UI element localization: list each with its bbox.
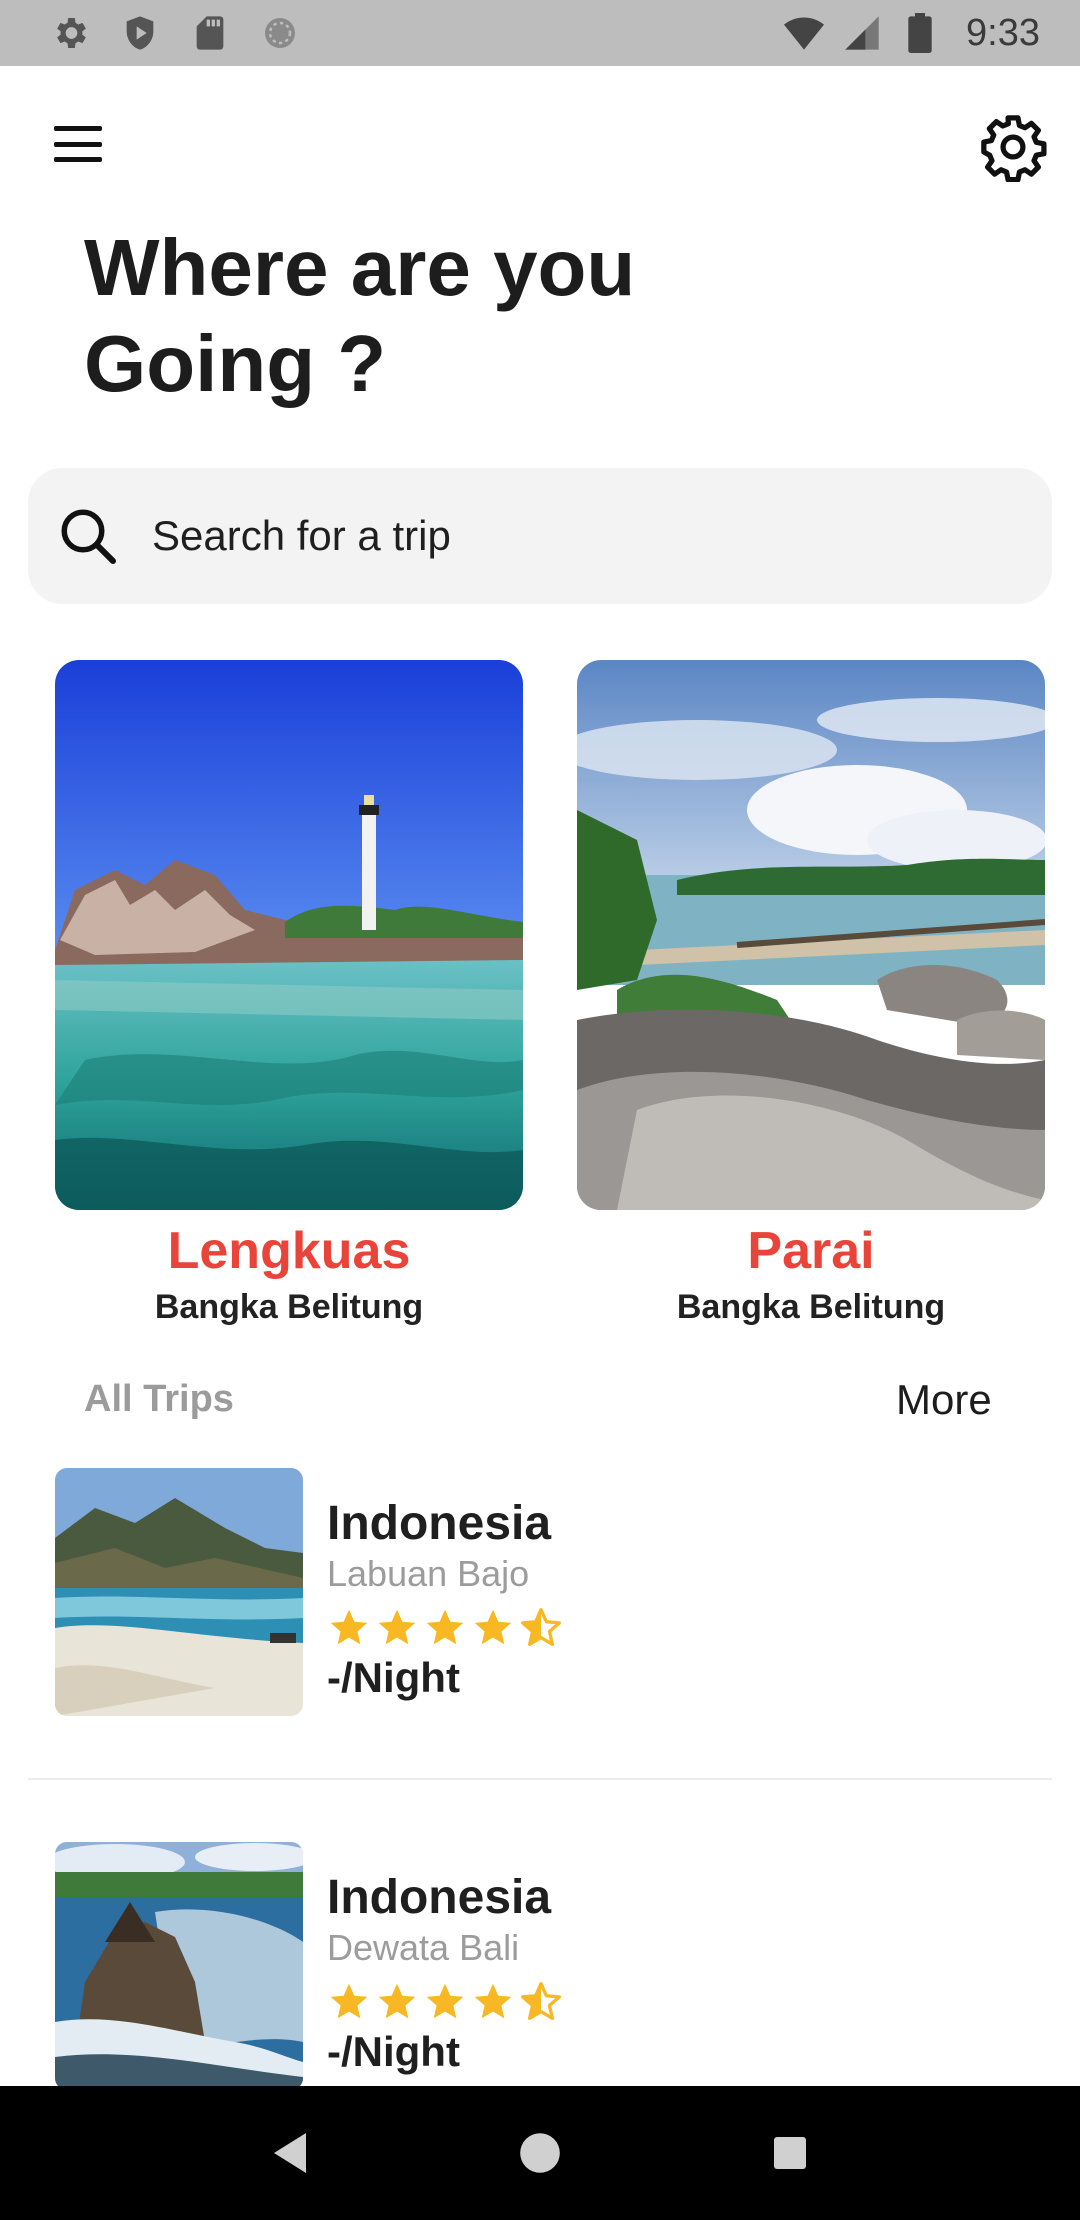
search-box[interactable] — [28, 468, 1052, 604]
gear-icon[interactable] — [978, 112, 1048, 183]
star-icon — [330, 1609, 368, 1645]
star-icon — [426, 1609, 464, 1645]
trip-info: Indonesia Labuan Bajo -/Night — [327, 1468, 563, 1718]
search-input[interactable] — [152, 512, 952, 560]
sync-icon — [260, 13, 300, 53]
signal-icon — [842, 13, 882, 53]
search-icon — [61, 509, 116, 564]
star-icon — [426, 1983, 464, 2019]
trip-country: Indonesia — [327, 1497, 552, 1550]
all-trips-title: All Trips — [84, 1378, 234, 1420]
dewata-bali-photo — [55, 1842, 303, 2090]
page-title-line1: Where are you — [84, 223, 636, 312]
star-half-icon — [521, 1608, 561, 1646]
recents-icon[interactable] — [760, 2123, 820, 2183]
sd-card-icon — [190, 13, 230, 53]
labuan-bajo-photo — [55, 1468, 303, 1716]
star-icon — [474, 1609, 512, 1645]
status-bar: 9:33 — [0, 0, 1080, 66]
hamburger-menu-icon[interactable] — [50, 120, 106, 168]
featured-region: Bangka Belitung — [676, 1288, 946, 1326]
trip-price: -/Night — [327, 1654, 460, 1701]
star-icon — [378, 1983, 416, 2019]
trip-city: Dewata Bali — [327, 1927, 520, 1968]
featured-name: Lengkuas — [167, 1222, 411, 1280]
home-icon[interactable] — [510, 2123, 570, 2183]
wifi-icon — [784, 13, 825, 53]
trip-country: Indonesia — [327, 1871, 552, 1924]
status-time: 9:33 — [966, 11, 1040, 54]
featured-region: Bangka Belitung — [154, 1288, 424, 1326]
trip-info: Indonesia Dewata Bali -/Night — [327, 1842, 563, 2092]
star-icon — [474, 1983, 512, 2019]
featured-card-lengkuas[interactable]: Lengkuas Bangka Belitung — [55, 660, 523, 1327]
rocky-beach-pier-photo — [577, 660, 1045, 1210]
star-icon — [378, 1609, 416, 1645]
page-title-line2: Going ? — [84, 319, 387, 408]
shield-icon — [120, 13, 160, 53]
star-rating — [327, 1978, 563, 2026]
featured-card-parai[interactable]: Parai Bangka Belitung — [577, 660, 1045, 1327]
trip-list-item[interactable]: Indonesia Dewata Bali -/Night — [55, 1842, 1055, 2092]
star-half-icon — [521, 1982, 561, 2020]
trip-price: -/Night — [327, 2028, 460, 2075]
system-nav-bar — [0, 2086, 1080, 2220]
settings-icon — [50, 13, 90, 53]
back-icon[interactable] — [260, 2123, 320, 2183]
status-left-icons — [50, 13, 300, 53]
status-right-icons: 9:33 — [784, 12, 1040, 55]
trip-list-item[interactable]: Indonesia Labuan Bajo -/Night — [55, 1468, 1055, 1718]
trip-city: Labuan Bajo — [327, 1553, 530, 1594]
more-link[interactable]: More — [896, 1376, 992, 1424]
star-rating — [327, 1604, 563, 1652]
featured-name: Parai — [747, 1222, 875, 1280]
divider — [28, 1778, 1052, 1780]
battery-icon — [900, 13, 940, 53]
lighthouse-beach-photo — [55, 660, 523, 1210]
page-title: Where are you Going ? — [84, 220, 784, 412]
star-icon — [330, 1983, 368, 2019]
